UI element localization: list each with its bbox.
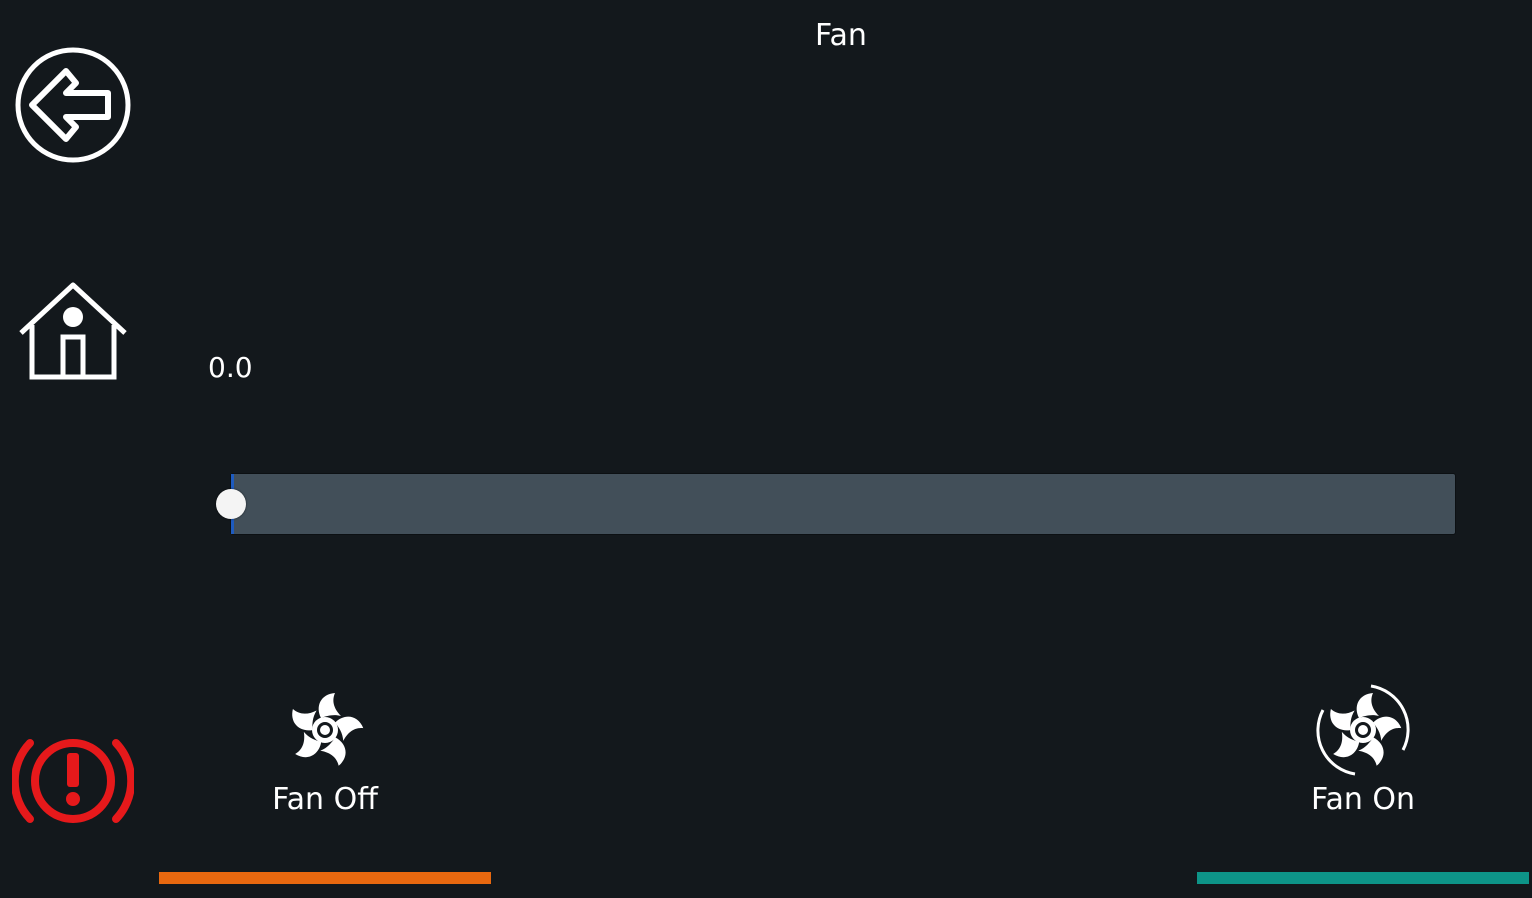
home-button[interactable] — [0, 268, 146, 398]
fan-speed-value: 0.0 — [208, 351, 253, 384]
home-icon — [18, 281, 128, 385]
fan-on-button[interactable]: Fan On — [1197, 680, 1529, 890]
fan-icon — [277, 680, 373, 780]
fan-speed-slider[interactable] — [216, 473, 1456, 535]
fan-on-accent-bar — [1197, 872, 1529, 884]
back-button[interactable] — [0, 40, 146, 174]
emergency-stop-icon — [10, 735, 136, 831]
fan-off-accent-bar — [159, 872, 491, 884]
page-title: Fan — [815, 18, 867, 53]
fan-spinning-icon — [1315, 680, 1411, 780]
emergency-stop-button[interactable] — [0, 716, 146, 850]
fan-on-label: Fan On — [1310, 782, 1416, 817]
fan-off-label: Fan Off — [272, 782, 378, 817]
fan-off-button[interactable]: Fan Off — [159, 680, 491, 890]
slider-thumb[interactable] — [216, 489, 246, 519]
back-arrow-icon — [14, 46, 132, 168]
